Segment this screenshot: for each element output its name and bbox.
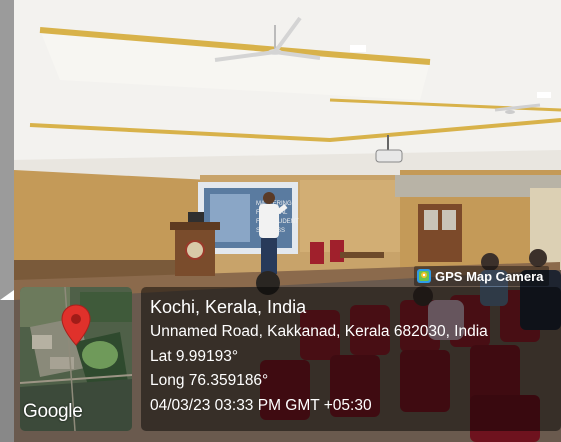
badge-label: GPS Map Camera [435, 268, 544, 284]
map-pin-icon [61, 304, 91, 346]
location-latitude: Lat 9.99193° [150, 347, 239, 365]
location-title: Kochi, Kerala, India [150, 297, 307, 317]
google-logo: Google [23, 401, 83, 422]
location-timestamp: 04/03/23 03:33 PM GMT +05:30 [150, 396, 372, 414]
location-info-panel: Kochi, Kerala, India Unnamed Road, Kakka… [141, 287, 561, 431]
gps-map-camera-badge: GPS Map Camera [414, 266, 550, 286]
location-longitude: Long 76.359186° [150, 372, 269, 389]
map-thumbnail: Google [20, 287, 132, 431]
location-address: Unnamed Road, Kakkanad, Kerala 682030, I… [150, 323, 488, 340]
ceiling-light [350, 45, 366, 52]
gps-map-camera-app-icon [417, 269, 431, 283]
